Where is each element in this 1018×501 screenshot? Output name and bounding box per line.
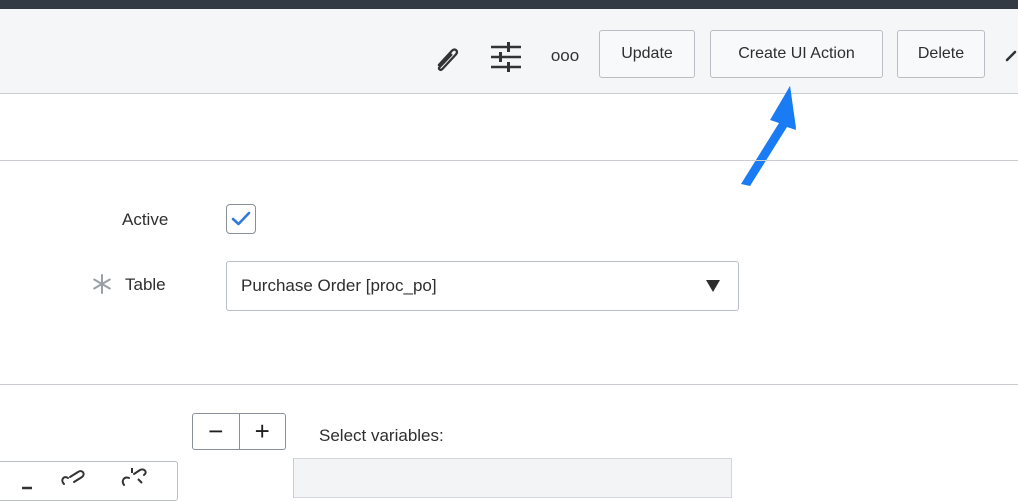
active-label: Active	[122, 210, 169, 229]
table-select-value: Purchase Order [proc_po]	[241, 276, 437, 295]
update-button[interactable]: Update	[599, 30, 695, 78]
table-select[interactable]: Purchase Order [proc_po]	[226, 261, 739, 311]
checkmark-icon	[231, 211, 251, 226]
table-label: Table	[125, 275, 166, 294]
required-asterisk-icon	[91, 273, 113, 295]
section-divider-bottom	[0, 384, 1018, 385]
top-edge-bar	[0, 0, 1018, 9]
delete-button[interactable]: Delete	[897, 30, 985, 78]
callout-arrow	[741, 86, 796, 186]
link-icon[interactable]	[58, 468, 88, 488]
editor-area[interactable]	[293, 458, 732, 498]
minus-button[interactable]: −	[193, 414, 239, 449]
active-checkbox[interactable]	[226, 204, 256, 234]
section-divider-top	[0, 160, 1018, 161]
paperclip-icon[interactable]	[428, 39, 464, 75]
select-variables-label: Select variables:	[319, 426, 444, 445]
format-dropdown-icon[interactable]	[20, 477, 34, 490]
form-header: ooo Update Create UI Action Delete	[0, 9, 1018, 94]
plus-button[interactable]: +	[240, 414, 286, 449]
settings-sliders-icon[interactable]	[488, 38, 524, 76]
unlink-icon[interactable]	[118, 467, 150, 487]
editor-panel-divider	[293, 458, 294, 498]
chevron-up-icon[interactable]	[1004, 43, 1018, 69]
variables-stepper[interactable]: − +	[192, 413, 286, 450]
more-options-icon[interactable]: ooo	[544, 43, 586, 69]
create-ui-action-button[interactable]: Create UI Action	[710, 30, 883, 78]
dropdown-arrow-icon	[706, 280, 720, 292]
